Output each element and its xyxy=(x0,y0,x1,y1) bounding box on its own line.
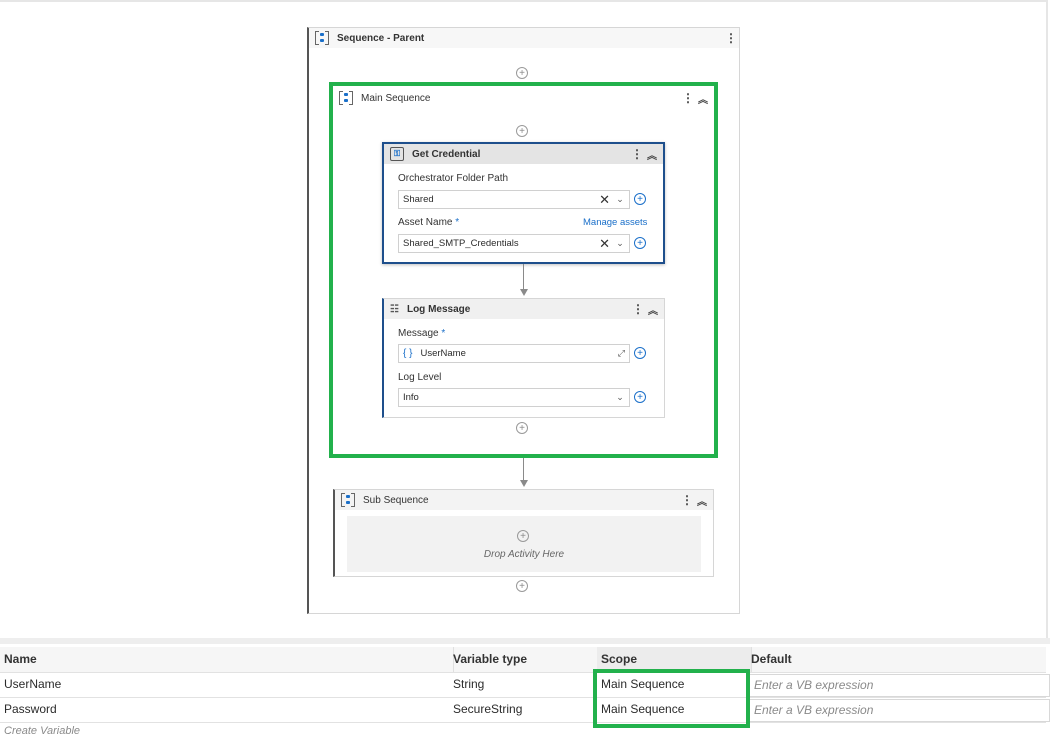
main-sequence-header[interactable]: Main Sequence ⋮ ︽ xyxy=(333,88,714,108)
get-credential-header[interactable]: ⚿ Get Credential ⋮ ︽ xyxy=(384,144,663,164)
message-value: UserName xyxy=(420,348,466,359)
canvas-right-border xyxy=(1046,0,1048,638)
log-level-label: Log Level xyxy=(398,372,442,383)
more-options-icon[interactable]: ⋮ xyxy=(631,148,643,160)
message-label: Message * xyxy=(398,328,445,339)
more-options-icon[interactable]: ⋮ xyxy=(682,92,694,104)
variables-panel: Name Variable type Scope Default UserNam… xyxy=(0,638,1050,737)
clear-icon[interactable]: ✕ xyxy=(599,236,610,252)
message-label-text: Message xyxy=(398,328,439,339)
column-header-type[interactable]: Variable type xyxy=(449,647,602,672)
more-options-icon[interactable]: ⋮ xyxy=(632,303,644,315)
log-level-select[interactable]: Info ⌄ xyxy=(398,388,630,407)
asset-name-input[interactable]: Shared_SMTP_Credentials ✕ ⌄ xyxy=(398,234,630,253)
add-argument-icon[interactable]: + xyxy=(634,193,646,205)
required-marker: * xyxy=(441,328,446,339)
get-credential-title: Get Credential xyxy=(412,148,481,160)
sequence-parent-header[interactable]: Sequence - Parent ⋮ xyxy=(309,28,739,48)
sequence-icon xyxy=(315,31,329,45)
variable-type-cell[interactable]: SecureString xyxy=(449,697,601,722)
add-argument-icon[interactable]: + xyxy=(634,347,646,359)
expression-icon: { } xyxy=(403,348,413,359)
add-activity-icon[interactable]: + xyxy=(516,422,528,434)
scope-highlight xyxy=(593,669,750,728)
log-message-activity[interactable]: ☷ Log Message ⋮ ︽ Message * { } UserName… xyxy=(382,298,665,418)
connector-arrow xyxy=(520,289,528,296)
connector-arrow xyxy=(520,480,528,487)
column-header-name[interactable]: Name xyxy=(0,647,454,672)
log-message-header[interactable]: ☷ Log Message ⋮ ︽ xyxy=(384,299,664,319)
collapse-icon[interactable]: ︽ xyxy=(695,493,709,508)
variable-name-cell[interactable]: Password xyxy=(0,697,453,722)
add-argument-icon[interactable]: + xyxy=(634,237,646,249)
log-message-title: Log Message xyxy=(406,303,471,315)
sub-sequence-title: Sub Sequence xyxy=(363,494,429,506)
folder-path-input[interactable]: Shared ✕ ⌄ xyxy=(398,190,630,209)
asset-name-label: Asset Name * xyxy=(398,217,459,228)
more-options-icon[interactable]: ⋮ xyxy=(725,32,737,44)
get-credential-activity[interactable]: ⚿ Get Credential ⋮ ︽ Orchestrator Folder… xyxy=(382,142,665,264)
sub-sequence-header[interactable]: Sub Sequence ⋮ ︽ xyxy=(335,490,713,510)
sequence-icon xyxy=(341,493,355,507)
create-variable-row[interactable]: Create Variable xyxy=(0,722,1046,741)
dropdown-icon[interactable]: ⌄ xyxy=(614,194,626,205)
required-marker: * xyxy=(455,217,460,228)
canvas-top-border xyxy=(0,0,1048,2)
connector-line xyxy=(523,264,524,290)
sequence-icon xyxy=(339,91,353,105)
expand-editor-icon[interactable]: ⤢ xyxy=(618,348,625,359)
create-variable-link[interactable]: Create Variable xyxy=(0,722,80,741)
collapse-icon[interactable]: ︽ xyxy=(696,91,710,106)
variable-type-cell[interactable]: String xyxy=(449,672,601,697)
folder-path-value: Shared xyxy=(403,194,434,205)
column-header-default[interactable]: Default xyxy=(747,647,1050,672)
table-row[interactable]: UserName String Main Sequence Enter a VB… xyxy=(0,672,1050,698)
manage-assets-link[interactable]: Manage assets xyxy=(583,217,647,228)
sequence-parent-title: Sequence - Parent xyxy=(337,32,425,44)
add-activity-icon[interactable]: + xyxy=(516,125,528,137)
asset-name-value: Shared_SMTP_Credentials xyxy=(403,238,519,249)
main-sequence-title: Main Sequence xyxy=(361,92,431,104)
log-level-value: Info xyxy=(403,392,419,403)
more-options-icon[interactable]: ⋮ xyxy=(681,494,693,506)
connector-line xyxy=(523,458,524,481)
asset-name-label-text: Asset Name xyxy=(398,217,453,228)
message-input[interactable]: { } UserName ⤢ xyxy=(398,344,630,363)
add-argument-icon[interactable]: + xyxy=(634,391,646,403)
log-message-icon: ☷ xyxy=(390,303,399,315)
add-activity-icon[interactable]: + xyxy=(517,530,529,542)
clear-icon[interactable]: ✕ xyxy=(599,192,610,208)
variable-name-cell[interactable]: UserName xyxy=(0,672,453,697)
variable-default-input[interactable]: Enter a VB expression xyxy=(749,674,1050,697)
dropdown-icon[interactable]: ⌄ xyxy=(614,238,626,249)
variables-header-row: Name Variable type Scope Default xyxy=(0,647,1046,673)
add-activity-icon[interactable]: + xyxy=(516,67,528,79)
collapse-icon[interactable]: ︽ xyxy=(646,302,660,317)
folder-path-label: Orchestrator Folder Path xyxy=(398,173,509,184)
drop-activity-text: Drop Activity Here xyxy=(483,549,565,560)
add-activity-icon[interactable]: + xyxy=(516,580,528,592)
variable-default-input[interactable]: Enter a VB expression xyxy=(749,699,1050,722)
collapse-icon[interactable]: ︽ xyxy=(645,147,659,162)
drop-zone[interactable]: + Drop Activity Here xyxy=(347,516,701,572)
sub-sequence[interactable]: Sub Sequence ⋮ ︽ + Drop Activity Here xyxy=(333,489,714,577)
dropdown-icon[interactable]: ⌄ xyxy=(614,392,626,403)
credential-icon: ⚿ xyxy=(390,147,404,161)
table-row[interactable]: Password SecureString Main Sequence Ente… xyxy=(0,697,1050,723)
